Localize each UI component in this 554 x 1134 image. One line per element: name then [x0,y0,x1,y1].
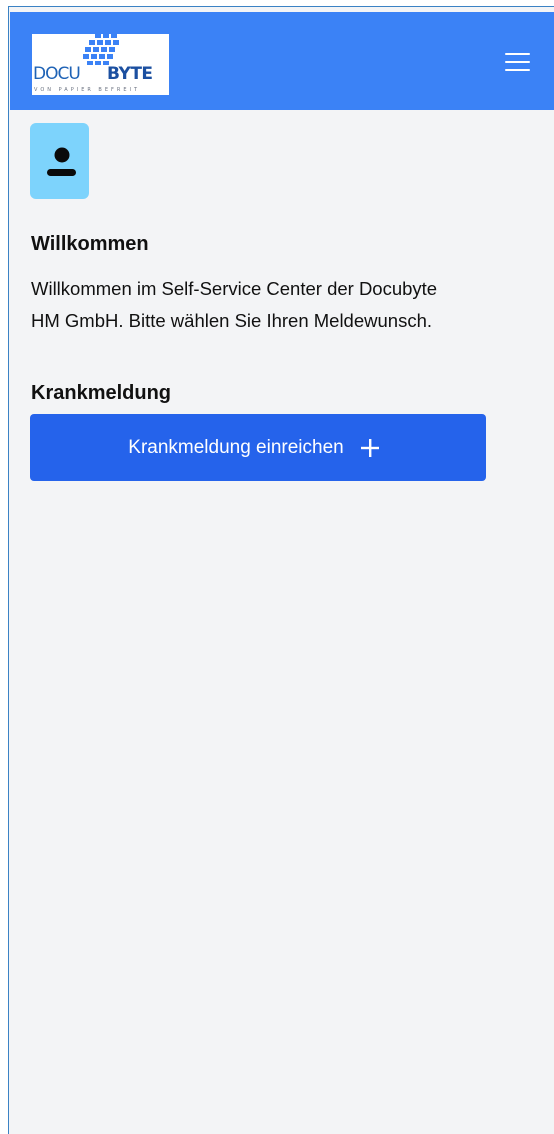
menu-line-middle [505,61,530,63]
welcome-heading: Willkommen [31,233,149,255]
submit-sick-report-button[interactable]: Krankmeldung einreichen [30,414,486,481]
sick-report-heading: Krankmeldung [31,382,172,404]
app-frame [8,6,554,1134]
welcome-text-line-2: HM GmbH. Bitte wählen Sie Ihren Meldewun… [31,310,433,331]
welcome-text-line-1: Willkommen im Self-Service Center der Do… [31,278,438,299]
hamburger-menu-icon[interactable] [505,52,531,72]
logo-grid-graphic [83,34,119,65]
logo-tagline: VON PAPIER BEFREIT [34,87,141,93]
user-icon [47,147,76,176]
welcome-text: Willkommen im Self-Service Center der Do… [31,273,551,337]
logo-text-docu: DOCU [33,64,81,84]
user-avatar[interactable] [30,123,89,199]
menu-line-top [505,53,530,55]
menu-line-bottom [505,69,530,71]
top-navigation-bar: DOCU BYTE VON PAPIER BEFREIT [10,12,554,110]
plus-icon [360,438,379,457]
docubyte-logo[interactable]: DOCU BYTE VON PAPIER BEFREIT [32,34,169,95]
submit-sick-report-label: Krankmeldung einreichen [128,436,344,458]
logo-text-byte: BYTE [107,64,153,84]
